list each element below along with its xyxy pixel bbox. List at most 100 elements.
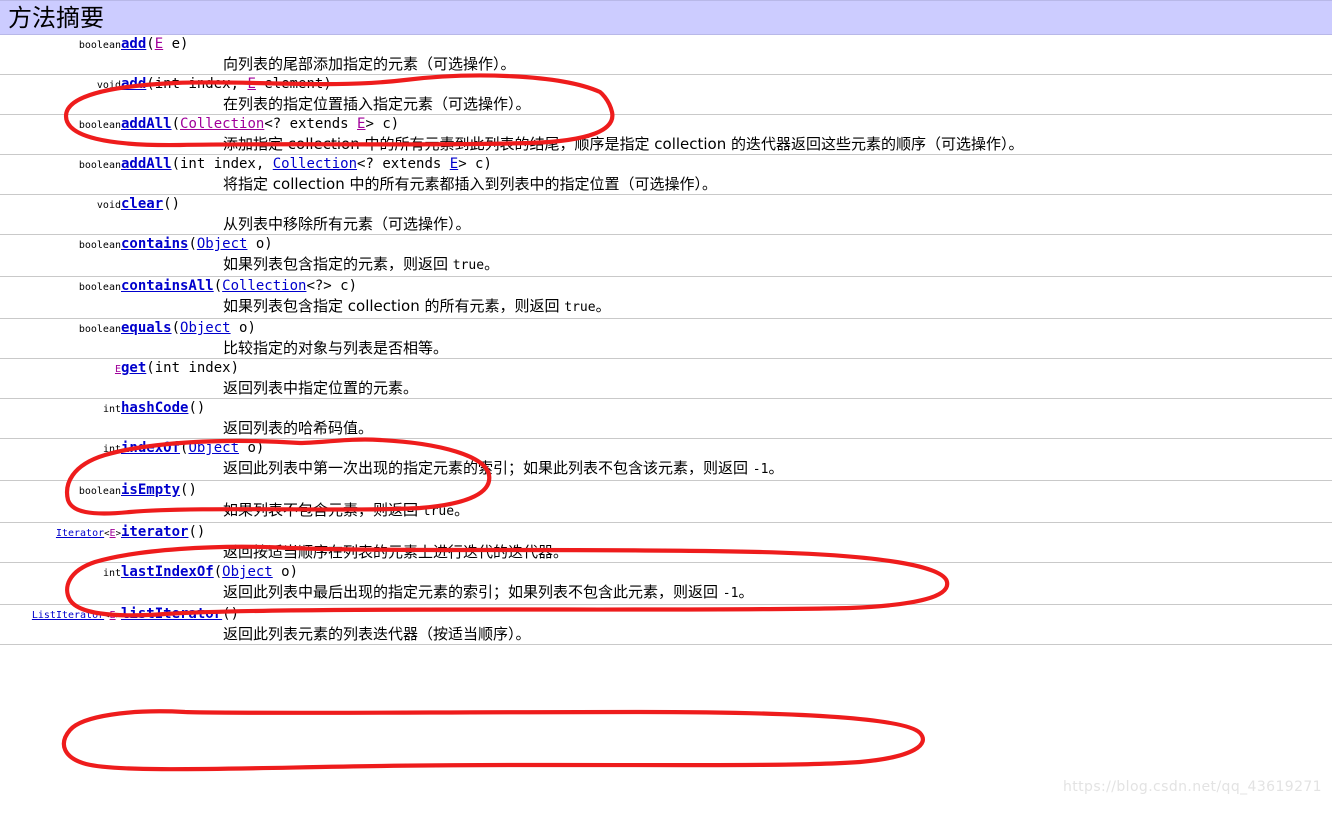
return-type-cell: boolean <box>0 319 121 359</box>
method-detail-cell: clear() 从列表中移除所有元素（可选操作）。 <box>121 195 1332 235</box>
method-signature: addAll(Collection<? extends E> c) <box>121 115 1332 133</box>
signature-text: e) <box>163 36 189 52</box>
type-link[interactable]: Object <box>188 440 239 456</box>
type-link[interactable]: Collection <box>273 156 357 172</box>
table-row: int lastIndexOf(Object o) 返回此列表中最后出现的指定元素的… <box>0 563 1332 605</box>
method-name-link[interactable]: hashCode <box>121 400 188 416</box>
return-type-text: Iterator<E> <box>55 528 121 539</box>
return-type-link[interactable]: Iterator <box>56 528 104 539</box>
method-signature: equals(Object o) <box>121 319 1332 337</box>
method-detail-cell: lastIndexOf(Object o) 返回此列表中最后出现的指定元素的索引；… <box>121 563 1332 605</box>
return-type-cell: boolean <box>0 277 121 319</box>
table-row: boolean containsAll(Collection<?> c) 如果列表包… <box>0 277 1332 319</box>
method-detail-cell: addAll(Collection<? extends E> c) 添加指定 co… <box>121 115 1332 155</box>
method-detail-cell: contains(Object o) 如果列表包含指定的元素，则返回 true。 <box>121 235 1332 277</box>
type-link[interactable]: Collection <box>222 278 306 294</box>
method-description: 返回列表中指定位置的元素。 <box>223 379 419 397</box>
type-link[interactable]: Object <box>197 236 248 252</box>
method-name-link[interactable]: containsAll <box>121 278 214 294</box>
method-signature: hashCode() <box>121 399 1332 417</box>
signature-text: ( <box>213 564 223 580</box>
signature-text: > c) <box>458 156 492 172</box>
method-name-link[interactable]: indexOf <box>121 440 180 456</box>
return-type-text: boolean <box>78 324 121 335</box>
method-name-link[interactable]: add <box>121 76 146 92</box>
type-link[interactable]: Collection <box>180 116 264 132</box>
signature-text: ( <box>171 320 181 336</box>
signature-text: <? extends <box>264 116 358 132</box>
method-signature: listIterator() <box>121 605 1332 623</box>
table-row: int hashCode() 返回列表的哈希码值。 <box>0 399 1332 439</box>
return-type-cell: boolean <box>0 481 121 523</box>
signature-text: () <box>163 196 181 212</box>
method-name-link[interactable]: addAll <box>121 116 172 132</box>
method-detail-cell: add(E e) 向列表的尾部添加指定的元素（可选操作）。 <box>121 35 1332 75</box>
signature-text: (int index) <box>146 360 240 376</box>
method-name-link[interactable]: get <box>121 360 146 376</box>
method-name-link[interactable]: iterator <box>121 524 188 540</box>
method-signature: add(E e) <box>121 35 1332 53</box>
table-row: void add(int index, E element) 在列表的指定位置插入指… <box>0 75 1332 115</box>
annotation-circle-lastindexof <box>61 709 925 772</box>
method-description: 返回此列表中最后出现的指定元素的索引；如果列表不包含此元素，则返回 -1。 <box>223 583 754 601</box>
method-detail-cell: isEmpty() 如果列表不包含元素，则返回 true。 <box>121 481 1332 523</box>
method-name-link[interactable]: contains <box>121 236 188 252</box>
method-description: 返回此列表元素的列表迭代器（按适当顺序）。 <box>223 625 531 643</box>
method-description: 如果列表包含指定的元素，则返回 true。 <box>223 255 500 273</box>
return-type-cell: Iterator<E> <box>0 523 121 563</box>
method-description: 比较指定的对象与列表是否相等。 <box>223 339 449 357</box>
signature-text: <?> c) <box>306 278 358 294</box>
signature-text: ( <box>213 278 223 294</box>
return-type-cell: void <box>0 75 121 115</box>
table-row: int indexOf(Object o) 返回此列表中第一次出现的指定元素的索引；… <box>0 439 1332 481</box>
method-name-link[interactable]: equals <box>121 320 172 336</box>
method-description: 添加指定 collection 中的所有元素到此列表的结尾，顺序是指定 coll… <box>223 135 1024 153</box>
return-type-text: int <box>102 444 121 455</box>
return-type-text: boolean <box>78 40 121 51</box>
method-description: 返回此列表中第一次出现的指定元素的索引；如果此列表不包含该元素，则返回 -1。 <box>223 459 784 477</box>
signature-text: > c) <box>365 116 400 132</box>
signature-text: ( <box>146 36 155 52</box>
table-row: Iterator<E> iterator() 返回按适当顺序在列表的元素上进行迭代的… <box>0 523 1332 563</box>
method-name-link[interactable]: lastIndexOf <box>121 564 214 580</box>
signature-text: o) <box>230 320 256 336</box>
page-title: 方法摘要 <box>8 3 104 32</box>
method-name-link[interactable]: isEmpty <box>121 482 180 498</box>
method-detail-cell: get(int index) 返回列表中指定位置的元素。 <box>121 359 1332 399</box>
signature-text: () <box>180 482 197 498</box>
return-type-text: boolean <box>78 160 121 171</box>
method-name-link[interactable]: clear <box>121 196 163 212</box>
method-name-link[interactable]: add <box>121 36 146 52</box>
method-signature: clear() <box>121 195 1332 213</box>
return-type-cell: int <box>0 439 121 481</box>
return-type-cell: boolean <box>0 35 121 75</box>
table-row: ListIterator<E> listIterator() 返回此列表元素的列表迭… <box>0 605 1332 645</box>
method-summary-header: 方法摘要 <box>0 0 1332 35</box>
javadoc-method-summary-page: 方法摘要 boolean add(E e) 向列表的尾部添加指定的元素（可选操作）。… <box>0 0 1332 795</box>
table-row: boolean add(E e) 向列表的尾部添加指定的元素（可选操作）。 <box>0 35 1332 75</box>
method-description: 返回按适当顺序在列表的元素上进行迭代的迭代器。 <box>223 543 569 561</box>
method-detail-cell: indexOf(Object o) 返回此列表中第一次出现的指定元素的索引；如果此… <box>121 439 1332 481</box>
method-description: 如果列表包含指定 collection 的所有元素，则返回 true。 <box>223 297 611 315</box>
method-detail-cell: iterator() 返回按适当顺序在列表的元素上进行迭代的迭代器。 <box>121 523 1332 563</box>
type-link[interactable]: E <box>247 76 255 92</box>
type-link[interactable]: Object <box>180 320 231 336</box>
signature-text: element) <box>255 76 332 92</box>
return-type-link[interactable]: ListIterator <box>32 610 104 621</box>
method-detail-cell: addAll(int index, Collection<? extends E… <box>121 155 1332 195</box>
table-row: Eget(int index) 返回列表中指定位置的元素。 <box>0 359 1332 399</box>
method-description: 从列表中移除所有元素（可选操作）。 <box>223 215 471 233</box>
type-link[interactable]: E <box>155 36 163 52</box>
return-type-text: void <box>96 200 121 211</box>
method-name-link[interactable]: addAll <box>121 156 172 172</box>
table-row: boolean contains(Object o) 如果列表包含指定的元素，则返回… <box>0 235 1332 277</box>
return-type-text: int <box>102 568 121 579</box>
type-link[interactable]: Object <box>222 564 273 580</box>
method-name-link[interactable]: listIterator <box>121 606 222 622</box>
signature-text: ( <box>188 236 197 252</box>
return-type-text: boolean <box>78 486 121 497</box>
type-link[interactable]: E <box>450 156 458 172</box>
method-signature: indexOf(Object o) <box>121 439 1332 457</box>
return-type-text: ListIterator<E> <box>31 610 121 621</box>
return-type-cell: E <box>0 359 121 399</box>
